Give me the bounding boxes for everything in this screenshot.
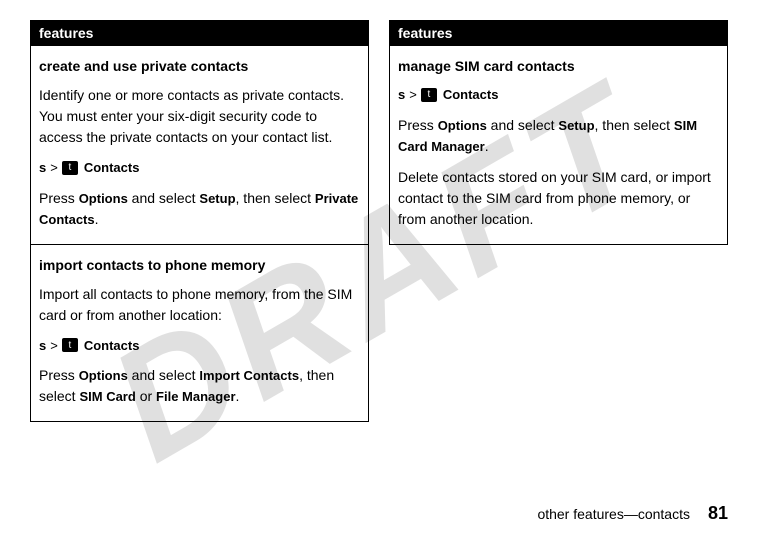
nav-label: Contacts [443, 85, 499, 105]
feature-title: manage SIM card contacts [398, 56, 719, 77]
center-key-icon: s [398, 85, 405, 105]
t: Import Contacts [199, 368, 299, 383]
footer-section-label: other features—contacts [537, 506, 690, 522]
instruction-text: Press Options and select Setup, then sel… [398, 115, 719, 157]
t: Options [79, 191, 128, 206]
page-footer: other features—contacts 81 [537, 503, 728, 524]
nav-label: Contacts [84, 336, 140, 356]
contacts-app-icon: t [62, 338, 78, 352]
nav-path: s > t Contacts [398, 85, 719, 105]
t: . [95, 211, 99, 227]
t: Options [438, 118, 487, 133]
left-column: features create and use private contacts… [30, 20, 369, 422]
nav-separator: > [50, 336, 58, 356]
feature-body: Delete contacts stored on your SIM card,… [398, 167, 719, 230]
feature-title: import contacts to phone memory [39, 255, 360, 276]
t: File Manager [156, 389, 235, 404]
t: , then select [236, 190, 315, 206]
left-section-1: import contacts to phone memory Import a… [31, 244, 368, 422]
instruction-text: Press Options and select Import Contacts… [39, 365, 360, 407]
feature-body: Identify one or more contacts as private… [39, 85, 360, 148]
feature-title: create and use private contacts [39, 56, 360, 77]
right-header: features [390, 21, 727, 45]
nav-separator: > [50, 158, 58, 178]
contacts-app-icon: t [421, 88, 437, 102]
t: Press [39, 190, 79, 206]
t: Press [398, 117, 438, 133]
right-column: features manage SIM card contacts s > t … [389, 20, 728, 245]
nav-label: Contacts [84, 158, 140, 178]
t: or [136, 388, 156, 404]
nav-path: s > t Contacts [39, 336, 360, 356]
t: . [485, 138, 489, 154]
two-column-layout: features create and use private contacts… [30, 20, 728, 422]
contacts-app-icon: t [62, 161, 78, 175]
nav-path: s > t Contacts [39, 158, 360, 178]
t: and select [128, 367, 200, 383]
t: SIM Card [79, 389, 135, 404]
nav-separator: > [409, 85, 417, 105]
page-number: 81 [708, 503, 728, 524]
t: and select [487, 117, 559, 133]
t: Options [79, 368, 128, 383]
t: Press [39, 367, 79, 383]
t: , then select [595, 117, 674, 133]
left-section-0: create and use private contacts Identify… [31, 45, 368, 244]
center-key-icon: s [39, 158, 46, 178]
t: and select [128, 190, 200, 206]
t: Setup [558, 118, 594, 133]
t: . [236, 388, 240, 404]
center-key-icon: s [39, 336, 46, 356]
instruction-text: Press Options and select Setup, then sel… [39, 188, 360, 230]
left-header: features [31, 21, 368, 45]
feature-body: Import all contacts to phone memory, fro… [39, 284, 360, 326]
right-section-0: manage SIM card contacts s > t Contacts … [390, 45, 727, 244]
t: Setup [199, 191, 235, 206]
